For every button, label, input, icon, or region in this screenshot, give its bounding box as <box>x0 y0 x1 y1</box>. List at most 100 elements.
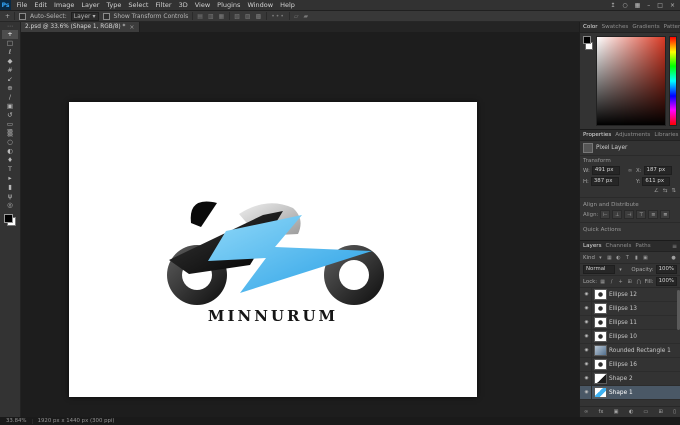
hand-tool[interactable]: ψ <box>2 192 18 201</box>
align-center-icon[interactable]: ▥ <box>208 13 215 20</box>
visibility-eye-icon[interactable]: ◉ <box>582 330 592 343</box>
distribute-even-icon[interactable]: ▩ <box>256 13 263 20</box>
flip-horizontal-icon[interactable]: ⇆ <box>663 188 668 194</box>
lock-pixels-icon[interactable]: / <box>608 279 615 285</box>
tab-properties[interactable]: Properties <box>583 132 611 138</box>
align-bottom-edges-icon[interactable]: ≣ <box>660 210 671 219</box>
move-tool[interactable]: + <box>2 30 18 39</box>
height-field[interactable]: 387 px <box>590 177 619 186</box>
brush-tool[interactable]: / <box>2 93 18 102</box>
visibility-eye-icon[interactable]: ◉ <box>582 288 592 301</box>
lock-transparent-icon[interactable]: ▦ <box>599 279 606 285</box>
add-mask-icon[interactable]: ▣ <box>614 409 619 415</box>
distribute-vertical-icon[interactable]: ▨ <box>245 13 252 20</box>
tab-channels[interactable]: Channels <box>606 243 632 249</box>
layer-thumbnail[interactable] <box>594 387 607 398</box>
tab-adjustments[interactable]: Adjustments <box>615 132 650 138</box>
share-icon[interactable]: ↥ <box>610 2 615 9</box>
gradient-tool[interactable]: ▒ <box>2 129 18 138</box>
tab-color[interactable]: Color <box>583 24 598 30</box>
filter-toggle-icon[interactable]: ● <box>670 255 677 261</box>
tab-paths[interactable]: Paths <box>635 243 650 249</box>
visibility-eye-icon[interactable]: ◉ <box>582 372 592 385</box>
clone-stamp-tool[interactable]: ▣ <box>2 102 18 111</box>
history-brush-tool[interactable]: ↺ <box>2 111 18 120</box>
menu-filter[interactable]: Filter <box>152 0 175 10</box>
pen-tool[interactable]: ♦ <box>2 156 18 165</box>
layer-row-selected[interactable]: ◉ Shape 1 <box>580 386 680 400</box>
menu-help[interactable]: Help <box>277 0 299 10</box>
layer-row[interactable]: ◉ Ellipse 10 <box>580 330 680 344</box>
layer-thumbnail[interactable] <box>594 303 607 314</box>
layer-thumbnail[interactable] <box>594 373 607 384</box>
blur-tool[interactable]: ○ <box>2 138 18 147</box>
panel-menu-icon[interactable]: ≡ <box>672 243 677 250</box>
color-swatches[interactable] <box>4 214 16 226</box>
menu-select[interactable]: Select <box>125 0 152 10</box>
layer-thumbnail[interactable] <box>594 331 607 342</box>
menu-type[interactable]: Type <box>103 0 125 10</box>
dodge-tool[interactable]: ◐ <box>2 147 18 156</box>
blend-mode-dropdown[interactable]: Normal <box>583 265 615 274</box>
marquee-tool[interactable]: □ <box>2 39 18 48</box>
visibility-eye-icon[interactable]: ◉ <box>582 358 592 371</box>
tab-libraries[interactable]: Libraries <box>654 132 678 138</box>
layer-thumbnail[interactable] <box>594 359 607 370</box>
hue-slider[interactable] <box>669 36 677 126</box>
lock-position-icon[interactable]: + <box>617 279 624 285</box>
layer-row[interactable]: ◉ Rounded Rectangle 1 <box>580 344 680 358</box>
workspace-icon[interactable]: ▦ <box>635 2 641 9</box>
zoom-tool[interactable]: ◎ <box>2 201 18 210</box>
flip-vertical-icon[interactable]: ⇅ <box>671 188 676 194</box>
distribute-horizontal-icon[interactable]: ▧ <box>234 13 241 20</box>
filter-pixel-icon[interactable]: ▦ <box>606 255 613 261</box>
saturation-brightness-picker[interactable] <box>596 36 666 126</box>
adjustment-layer-icon[interactable]: ◐ <box>629 409 634 415</box>
visibility-eye-icon[interactable]: ◉ <box>582 316 592 329</box>
align-top-edges-icon[interactable]: ⊤ <box>636 210 647 219</box>
layer-row[interactable]: ◉ Shape 2 <box>580 372 680 386</box>
tab-gradients[interactable]: Gradients <box>632 24 659 30</box>
layer-thumbnail[interactable] <box>594 345 607 356</box>
new-layer-icon[interactable]: ⊞ <box>659 409 663 415</box>
menu-layer[interactable]: Layer <box>78 0 103 10</box>
more-options-icon[interactable]: ••• <box>271 13 285 20</box>
menu-file[interactable]: File <box>13 0 31 10</box>
layer-thumbnail[interactable] <box>594 317 607 328</box>
tab-swatches[interactable]: Swatches <box>602 24 629 30</box>
menu-image[interactable]: Image <box>50 0 77 10</box>
width-field[interactable]: 491 px <box>591 166 620 175</box>
opacity-field[interactable]: 100% <box>655 265 677 274</box>
layer-row[interactable]: ◉ Ellipse 11 <box>580 316 680 330</box>
layer-row[interactable]: ◉ Ellipse 13 <box>580 302 680 316</box>
x-field[interactable]: 187 px <box>643 166 672 175</box>
search-icon[interactable]: ○ <box>622 2 627 9</box>
menu-window[interactable]: Window <box>244 0 277 10</box>
align-left-icon[interactable]: ▤ <box>197 13 204 20</box>
align-right-icon[interactable]: ▦ <box>219 13 226 20</box>
lock-all-icon[interactable]: ⋂ <box>635 279 642 285</box>
filter-kind-label[interactable]: Kind <box>583 255 595 261</box>
align-left-edges-icon[interactable]: ⊢ <box>600 210 611 219</box>
auto-select-checkbox[interactable] <box>19 12 27 20</box>
3d-mode-icon[interactable]: ▱ <box>294 13 300 20</box>
foreground-color-swatch[interactable] <box>4 214 13 223</box>
layer-thumbnail[interactable] <box>594 289 607 300</box>
quick-selection-tool[interactable]: ◆ <box>2 57 18 66</box>
foreground-color-chip[interactable] <box>583 36 591 44</box>
link-layers-icon[interactable]: ∞ <box>584 409 588 415</box>
link-dimensions-icon[interactable]: ∞ <box>625 168 635 174</box>
toolbar-more-icon[interactable]: ⋯ <box>2 23 18 30</box>
fg-bg-color-widget[interactable] <box>583 36 593 50</box>
lock-artboard-icon[interactable]: ⊞ <box>626 279 633 285</box>
filter-smart-object-icon[interactable]: ▣ <box>642 255 649 261</box>
eraser-tool[interactable]: ▭ <box>2 120 18 129</box>
fill-field[interactable]: 100% <box>655 277 677 286</box>
layer-row[interactable]: ◉ Ellipse 16 <box>580 358 680 372</box>
menu-edit[interactable]: Edit <box>31 0 51 10</box>
tab-layers[interactable]: Layers <box>583 243 602 249</box>
maximize-button[interactable]: □ <box>657 2 663 9</box>
align-horizontal-centers-icon[interactable]: ⊥ <box>612 210 623 219</box>
lasso-tool[interactable]: ℓ <box>2 48 18 57</box>
menu-3d[interactable]: 3D <box>175 0 191 10</box>
